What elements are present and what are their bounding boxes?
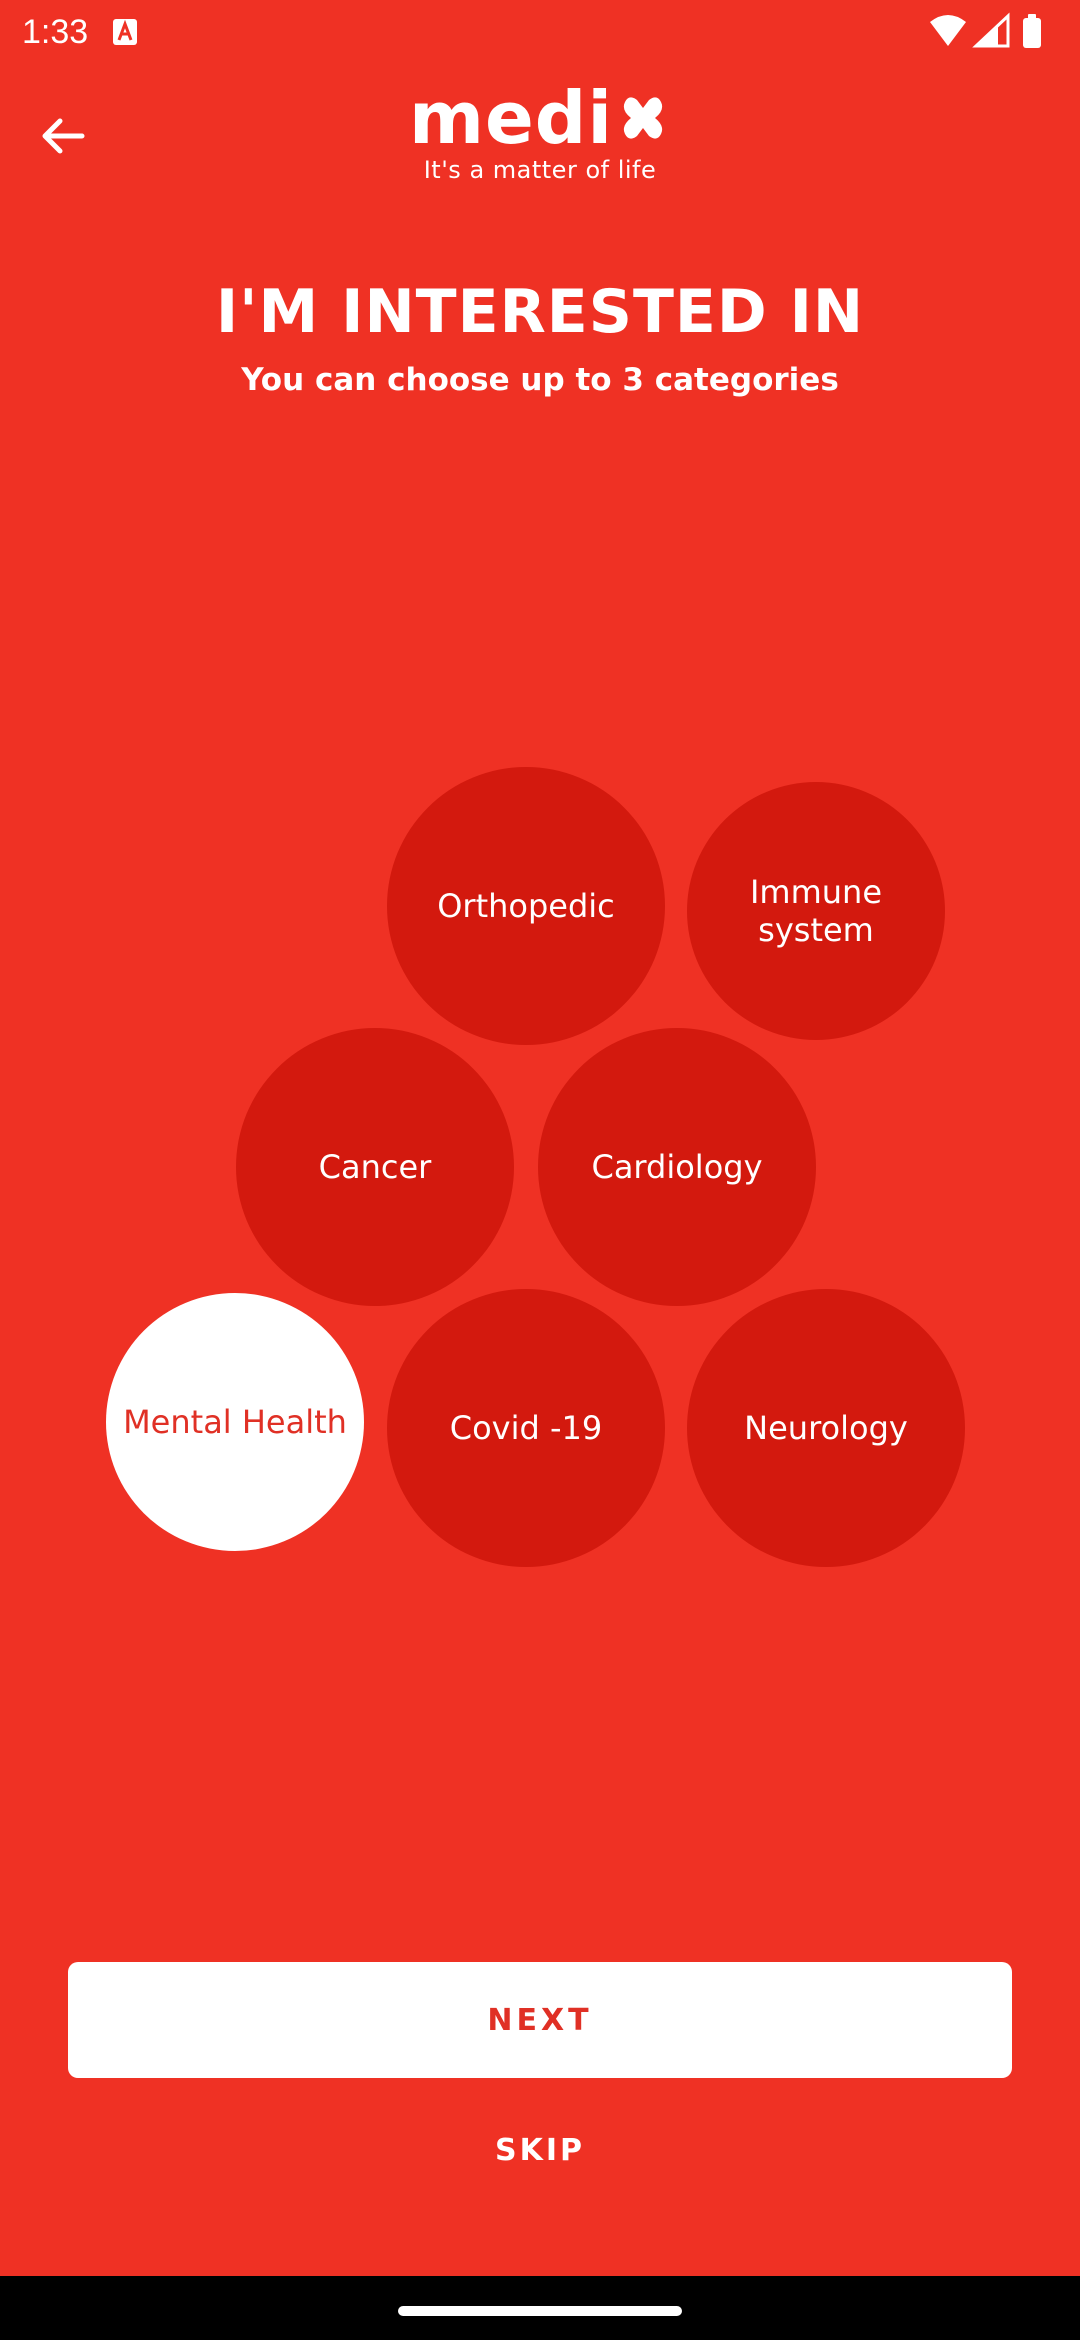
category-mental-health[interactable]: Mental Health bbox=[106, 1293, 364, 1551]
category-label: Mental Health bbox=[123, 1403, 347, 1441]
category-label: Orthopedic bbox=[437, 887, 615, 925]
logo-text: medi bbox=[408, 76, 614, 160]
wifi-icon bbox=[930, 15, 966, 46]
battery-icon bbox=[1023, 14, 1041, 48]
skip-button[interactable]: SKIP bbox=[440, 2120, 640, 2180]
navigation-bar bbox=[0, 2276, 1080, 2340]
app-logo: medi It's a matter of life bbox=[0, 82, 1080, 192]
next-button-label: NEXT bbox=[487, 2002, 593, 2038]
skip-button-label: SKIP bbox=[494, 2132, 585, 2168]
page-subtitle: You can choose up to 3 categories bbox=[241, 362, 839, 398]
page-title: I'M INTERESTED IN bbox=[215, 277, 865, 347]
category-label: Cancer bbox=[318, 1148, 432, 1186]
category-label: Cardiology bbox=[591, 1148, 763, 1186]
status-icons bbox=[930, 12, 1041, 48]
logo-tagline: It's a matter of life bbox=[423, 156, 657, 184]
category-cardiology[interactable]: Cardiology bbox=[538, 1028, 816, 1306]
next-button[interactable]: NEXT bbox=[68, 1962, 1012, 2078]
signal-icon bbox=[972, 12, 1010, 48]
screen: 1:33 medi It's a matter of life I'M INTE… bbox=[0, 0, 1080, 2276]
category-label: Covid -19 bbox=[449, 1409, 603, 1447]
category-label: Neurology bbox=[744, 1409, 908, 1447]
category-orthopedic[interactable]: Orthopedic bbox=[387, 767, 665, 1045]
status-time: 1:33 bbox=[22, 13, 89, 51]
logo-word: medi bbox=[409, 82, 671, 154]
category-label: Immune system bbox=[749, 873, 883, 949]
category-covid-19[interactable]: Covid -19 bbox=[387, 1289, 665, 1567]
accessibility-a-icon bbox=[113, 19, 137, 45]
category-cancer[interactable]: Cancer bbox=[236, 1028, 514, 1306]
home-indicator[interactable] bbox=[398, 2306, 682, 2316]
logo-x-icon bbox=[623, 97, 663, 139]
category-immune-system[interactable]: Immune system bbox=[687, 782, 945, 1040]
category-neurology[interactable]: Neurology bbox=[687, 1289, 965, 1567]
